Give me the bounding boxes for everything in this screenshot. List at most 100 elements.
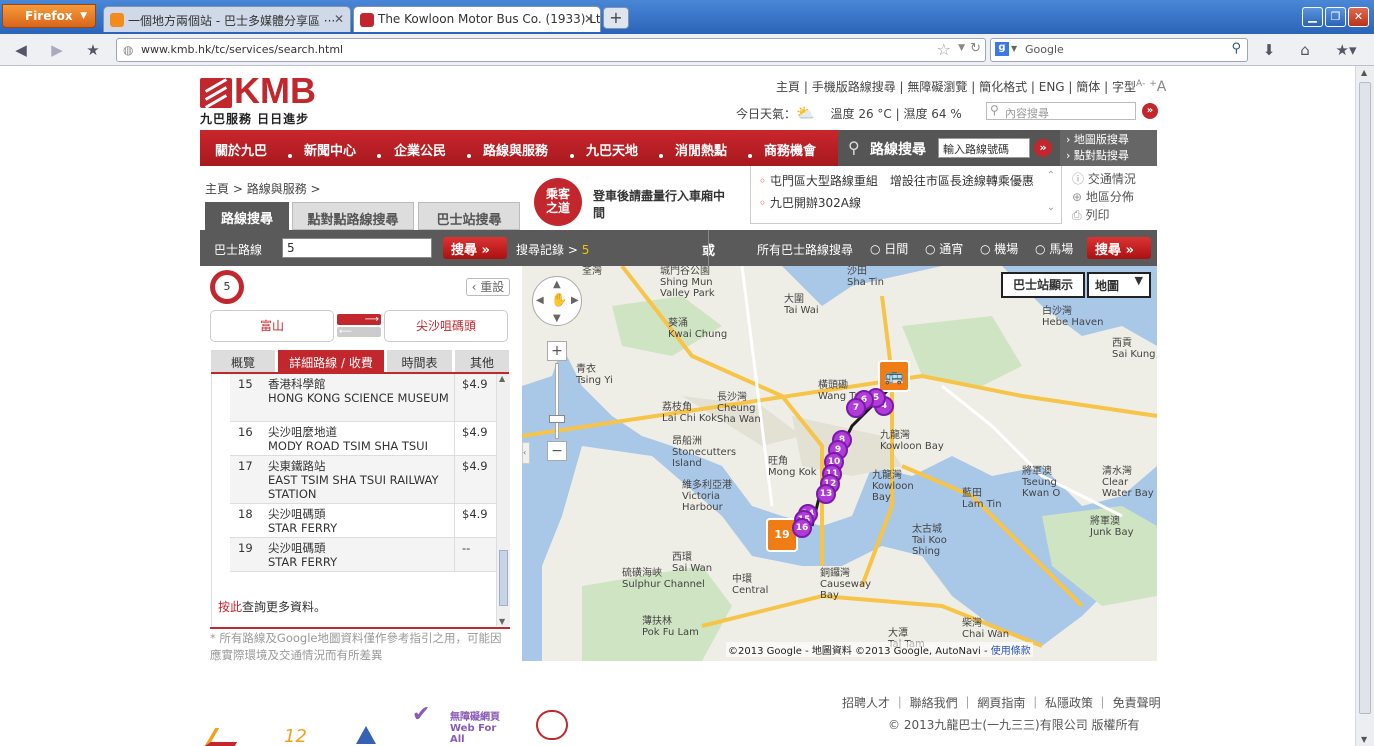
- nav-business[interactable]: 商務機會: [764, 140, 816, 159]
- header-route-go-button[interactable]: »: [1034, 139, 1052, 157]
- scrollbar-thumb[interactable]: [1359, 82, 1371, 714]
- header-route-input[interactable]: 輸入路線號碼: [938, 138, 1030, 158]
- print-link[interactable]: ⎙ 列印: [1072, 206, 1136, 224]
- search-icon[interactable]: ⚲: [1231, 41, 1241, 56]
- footer-contact[interactable]: 聯絡我們: [910, 696, 958, 710]
- footer-careers[interactable]: 招聘人才: [842, 696, 890, 710]
- pan-down-icon[interactable]: ▼: [553, 313, 561, 324]
- top-link-accessible[interactable]: 無障礙瀏覽: [907, 80, 967, 94]
- web-for-all-badge[interactable]: ✔ 無障礙網頁 Web For All: [412, 702, 504, 745]
- zoom-out-button[interactable]: −: [547, 441, 567, 461]
- collapse-panel-button[interactable]: ‹: [522, 442, 530, 464]
- tab-forum[interactable]: 一個地方兩個站 - 巴士多媒體分享區 ··· ✕: [103, 6, 351, 32]
- detail-tab-other[interactable]: 其他: [455, 350, 509, 372]
- swap-direction-icon[interactable]: ⟶ ⟵: [337, 314, 381, 338]
- footer-privacy[interactable]: 私隱政策: [1045, 696, 1093, 710]
- star-icon[interactable]: ☆: [937, 40, 951, 59]
- page-scrollbar[interactable]: ▲ ▼: [1355, 66, 1374, 746]
- top-link-eng[interactable]: ENG: [1039, 80, 1065, 94]
- nav-leisure[interactable]: 消閒熱點: [675, 140, 727, 159]
- close-tab-icon[interactable]: ✕: [584, 12, 594, 26]
- stop-marker[interactable]: 7: [846, 398, 866, 418]
- stop-row[interactable]: 17 尖東鐵路站 EAST TSIM SHA TSUI RAILWAY STATI…: [230, 456, 498, 504]
- tab-stop-search[interactable]: 巴士站搜尋: [418, 202, 520, 230]
- stop-row[interactable]: 19 尖沙咀碼頭 STAR FERRY --: [230, 538, 498, 572]
- bookmark-page-icon[interactable]: ★: [82, 40, 104, 60]
- font-increase-button[interactable]: +: [1149, 79, 1157, 89]
- stop-marker[interactable]: 16: [792, 518, 812, 538]
- route-search-button[interactable]: 搜尋 »: [443, 237, 507, 259]
- pan-control[interactable]: ▲ ▼ ◀ ▶ ✋: [532, 276, 582, 326]
- map-search-link[interactable]: › 地圖版搜尋: [1066, 132, 1157, 148]
- option-overnight[interactable]: ○ 通宵: [925, 240, 963, 257]
- home-icon[interactable]: ⌂: [1294, 40, 1316, 60]
- option-day[interactable]: ○ 日間: [870, 240, 908, 257]
- route-number-input[interactable]: 5: [282, 238, 432, 258]
- option-racecourse[interactable]: ○ 馬場: [1035, 240, 1073, 257]
- route-start-bus-icon[interactable]: 🚌: [878, 360, 910, 392]
- pan-up-icon[interactable]: ▲: [553, 279, 561, 290]
- top-link-simplified-chinese[interactable]: 簡体: [1076, 80, 1100, 94]
- bus-stop-toggle-button[interactable]: 巴士站顯示: [1001, 272, 1085, 298]
- more-info-link[interactable]: 按此: [218, 600, 242, 614]
- detail-tab-timetable[interactable]: 時間表: [387, 350, 452, 372]
- firefox-menu-button[interactable]: Firefox ▼: [2, 4, 96, 28]
- news-item[interactable]: 屯門區大型路線重組 增設往市區長途線轉乘優惠: [770, 174, 1034, 188]
- top-link-mobile[interactable]: 手機版路線搜尋: [812, 80, 896, 94]
- minimize-button[interactable]: ▁: [1302, 7, 1323, 27]
- new-tab-button[interactable]: +: [603, 7, 629, 29]
- news-down-icon[interactable]: ⌄: [1047, 202, 1055, 213]
- pan-right-icon[interactable]: ▶: [571, 295, 579, 306]
- nav-news[interactable]: 新聞中心: [304, 140, 356, 159]
- tab-p2p-search[interactable]: 點對點路線搜尋: [292, 202, 414, 230]
- download-icon[interactable]: ⬇: [1258, 40, 1280, 60]
- tab-route-search[interactable]: 路線搜尋: [205, 202, 289, 230]
- news-item[interactable]: 九巴開辦302A線: [770, 196, 861, 210]
- bookmarks-menu-icon[interactable]: ★▾: [1330, 40, 1362, 60]
- tab-kmb[interactable]: The Kowloon Motor Bus Co. (1933) Ltd ···…: [353, 6, 601, 32]
- footer-sitemap[interactable]: 網頁指南: [977, 696, 1025, 710]
- footer-disclaimer[interactable]: 免責聲明: [1113, 696, 1161, 710]
- close-tab-icon[interactable]: ✕: [334, 12, 344, 26]
- dropdown-icon[interactable]: ▼: [958, 43, 965, 53]
- forward-icon[interactable]: ▶: [46, 40, 68, 60]
- map-type-select[interactable]: 地圖 ▼: [1087, 272, 1151, 298]
- top-link-simplified-format[interactable]: 簡化格式: [979, 80, 1027, 94]
- kmb-logo[interactable]: KMB 九巴服務 日日進步: [200, 73, 316, 127]
- zoom-in-button[interactable]: +: [547, 341, 567, 361]
- close-window-button[interactable]: ✕: [1348, 7, 1369, 27]
- breadcrumb-home[interactable]: 主頁: [205, 182, 229, 196]
- detail-tab-overview[interactable]: 概覽: [211, 350, 275, 372]
- reload-icon[interactable]: ↻: [970, 41, 981, 56]
- district-link[interactable]: ⊕ 地區分佈: [1072, 188, 1136, 206]
- stop-row[interactable]: 16 尖沙咀麼地道 MODY ROAD TSIM SHA TSUI $4.9: [230, 422, 498, 456]
- nav-routes[interactable]: 路線與服務: [483, 140, 548, 159]
- restore-button[interactable]: ❐: [1325, 7, 1346, 27]
- terms-link[interactable]: 使用條款: [991, 646, 1031, 657]
- content-search-go-button[interactable]: »: [1142, 103, 1158, 119]
- top-link-home[interactable]: 主頁: [776, 80, 800, 94]
- nav-world[interactable]: 九巴天地: [586, 140, 638, 159]
- back-icon[interactable]: ◀: [10, 40, 32, 60]
- chevron-down-icon[interactable]: ▼: [1011, 44, 1017, 53]
- zoom-slider-handle[interactable]: [549, 415, 565, 423]
- nav-about[interactable]: 關於九巴: [215, 140, 267, 159]
- search-history-item[interactable]: 5: [582, 243, 590, 257]
- option-airport[interactable]: ○ 機場: [980, 240, 1018, 257]
- stop-row[interactable]: 18 尖沙咀碼頭 STAR FERRY $4.9: [230, 504, 498, 538]
- search-engine-box[interactable]: g ▼ Google ⚲: [990, 38, 1248, 62]
- pan-left-icon[interactable]: ◀: [536, 295, 544, 306]
- detail-tab-route-fare[interactable]: 詳細路線 / 收費: [278, 350, 384, 372]
- all-routes-search-button[interactable]: 搜尋 »: [1087, 237, 1151, 259]
- news-up-icon[interactable]: ⌃: [1047, 170, 1055, 181]
- stop-list-scrollbar[interactable]: ▲ ▼: [496, 374, 510, 626]
- reset-button[interactable]: ‹ 重設: [466, 278, 510, 296]
- breadcrumb-routes[interactable]: 路線與服務: [247, 182, 307, 196]
- nav-corporate[interactable]: 企業公民: [394, 140, 446, 159]
- p2p-search-link[interactable]: › 點對點搜尋: [1066, 148, 1157, 164]
- stop-marker[interactable]: 13: [816, 484, 836, 504]
- content-search-input[interactable]: ⚲ 內容搜尋: [986, 102, 1136, 120]
- zoom-control[interactable]: + −: [547, 341, 567, 461]
- route-map[interactable]: ▲ ▼ ◀ ▶ ✋ + − ‹ 巴士站顯示 地圖 ▼ 荃灣 城門谷公園 Shing …: [522, 266, 1157, 661]
- url-bar[interactable]: ◍ www.kmb.hk/tc/services/search.html ☆ ▼…: [116, 38, 986, 62]
